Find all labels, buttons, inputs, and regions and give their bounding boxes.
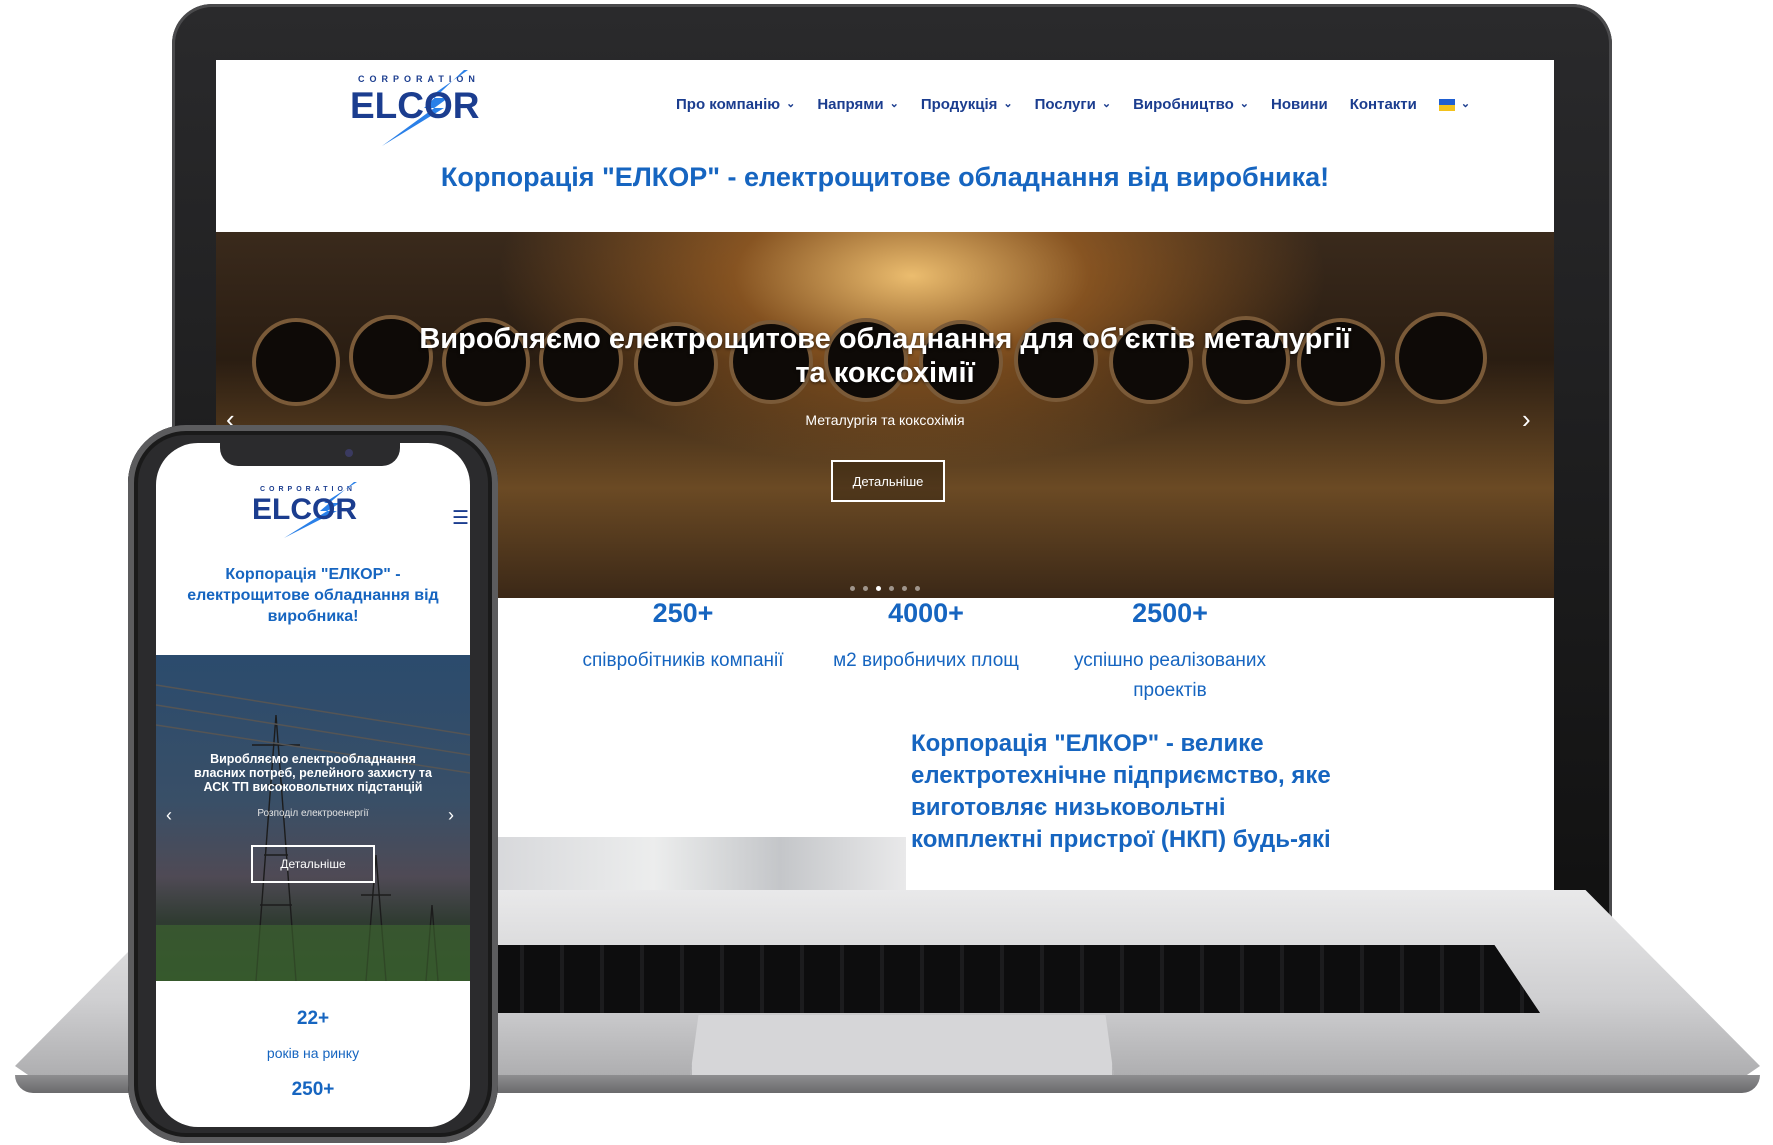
page-headline: Корпорація "ЕЛКОР" - електрощитове облад… xyxy=(187,566,439,625)
hero-details-button[interactable]: Детальніше xyxy=(831,460,945,502)
stat-label: співробітників компанії xyxy=(582,650,784,671)
elcor-logo[interactable]: CORPORATION ELCOR xyxy=(242,481,392,539)
laptop-trackpad xyxy=(690,1015,1114,1077)
nav-item-products[interactable]: Продукція ⌄ xyxy=(921,96,1013,113)
about-text: Корпорація "ЕЛКОР" - велике електротехні… xyxy=(911,730,1331,853)
chevron-down-icon: ⌄ xyxy=(1460,98,1471,110)
language-selector[interactable]: ⌄ xyxy=(1438,96,1471,113)
stat-label: м2 виробничих площ xyxy=(833,650,1019,671)
ua-flag-icon xyxy=(1438,98,1455,111)
stat-number: 4000+ xyxy=(888,598,964,628)
chevron-down-icon: ⌄ xyxy=(1239,98,1249,110)
stat-number: 250+ xyxy=(291,1079,335,1100)
stat-item: 2500+ успішно реалізованих проектів xyxy=(1040,598,1300,706)
laptop-keyboard xyxy=(400,945,1540,1013)
front-camera-icon xyxy=(345,449,353,457)
slider-dot[interactable] xyxy=(850,586,855,591)
hamburger-icon[interactable]: ☰ xyxy=(452,507,469,530)
hero-details-button[interactable]: Детальніше xyxy=(251,845,375,883)
page-headline: Корпорація "ЕЛКОР" - електрощитове облад… xyxy=(440,162,1330,192)
chevron-down-icon: ⌄ xyxy=(1101,98,1112,110)
logo-corporation-text: CORPORATION xyxy=(358,74,480,84)
nav-item-about[interactable]: Про компанію ⌄ xyxy=(676,96,795,113)
slider-dot[interactable] xyxy=(902,586,907,591)
main-nav: Про компанію ⌄ Напрями ⌄ Продукція ⌄ Послуг… xyxy=(676,96,1470,113)
about-photo xyxy=(486,837,906,890)
slider-dot[interactable] xyxy=(863,586,868,591)
chevron-down-icon: ⌄ xyxy=(786,98,796,110)
logo-elcor-text: ELCOR xyxy=(252,493,357,526)
slider-prev-arrow-icon[interactable]: ‹ xyxy=(166,805,172,826)
stat-number: 250+ xyxy=(652,598,714,628)
slider-next-arrow-icon[interactable]: › xyxy=(448,805,454,826)
elcor-logo[interactable]: CORPORATION ELCOR xyxy=(336,68,506,148)
hero-subtitle: Розподіл електроенергії xyxy=(257,808,369,819)
stat-item: 4000+ м2 виробничих площ xyxy=(796,598,1056,676)
chevron-down-icon: ⌄ xyxy=(889,98,899,110)
slider-next-arrow-icon[interactable]: › xyxy=(1522,404,1531,435)
nav-item-production[interactable]: Виробництво ⌄ xyxy=(1133,96,1249,113)
slider-dot-active[interactable] xyxy=(876,586,881,591)
stat-item: 250+ співробітників компанії xyxy=(553,598,813,676)
nav-item-news[interactable]: Новини xyxy=(1271,96,1328,113)
nav-item-contacts[interactable]: Контакти xyxy=(1350,96,1417,113)
stat-label: успішно реалізованих проектів xyxy=(1073,650,1266,701)
nav-item-directions[interactable]: Напрями ⌄ xyxy=(817,96,899,113)
mobile-site: CORPORATION ELCOR ☰ Корпорація "ЕЛКОР" -… xyxy=(156,443,470,1127)
chevron-down-icon: ⌄ xyxy=(1003,98,1013,110)
stat-label: років на ринку xyxy=(266,1045,360,1061)
hero-title: Виробляємо електрощитове обладнання для … xyxy=(419,323,1351,389)
stat-number: 22+ xyxy=(296,1008,330,1029)
logo-elcor-text: ELCOR xyxy=(350,85,480,126)
slider-dot[interactable] xyxy=(889,586,894,591)
hero-title: Виробляємо електрообладнання власних пот… xyxy=(194,752,432,794)
slider-dot[interactable] xyxy=(915,586,920,591)
nav-item-services[interactable]: Послуги ⌄ xyxy=(1035,96,1111,113)
hero-slider: Виробляємо електрообладнання власних пот… xyxy=(156,655,470,981)
stat-number: 2500+ xyxy=(1132,598,1208,628)
phone-notch xyxy=(220,440,400,466)
